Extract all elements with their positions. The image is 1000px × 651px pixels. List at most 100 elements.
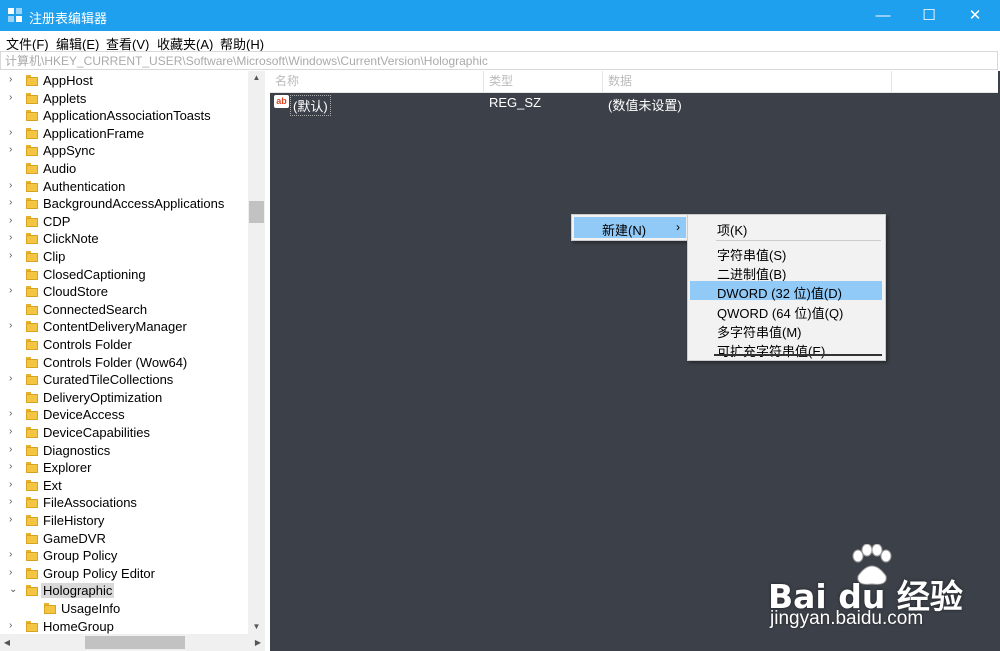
- tree-item[interactable]: › Explorer: [0, 459, 250, 477]
- scroll-left-arrow-icon[interactable]: ◀: [0, 634, 14, 651]
- chevron-right-icon[interactable]: ›: [9, 374, 19, 384]
- tree-item[interactable]: › CDP: [0, 213, 250, 231]
- chevron-right-icon[interactable]: ›: [9, 321, 19, 331]
- tree-item[interactable]: › CloudStore: [0, 283, 250, 301]
- tree-item[interactable]: Controls Folder (Wow64): [0, 354, 250, 372]
- folder-icon: [44, 603, 56, 614]
- tree-item[interactable]: › ApplicationFrame: [0, 125, 250, 143]
- tree-item-label: Group Policy: [43, 548, 118, 564]
- tree-item[interactable]: › Clip: [0, 248, 250, 266]
- folder-icon: [26, 110, 38, 122]
- folder-icon: [26, 268, 38, 280]
- tree-item[interactable]: › AppHost: [0, 72, 250, 90]
- folder-icon: [26, 444, 38, 456]
- menu-item-string-value[interactable]: 字符串值(S): [690, 243, 882, 263]
- chevron-right-icon[interactable]: ›: [9, 286, 19, 296]
- chevron-right-icon[interactable]: ›: [9, 233, 19, 243]
- tree-item[interactable]: Controls Folder: [0, 336, 250, 354]
- tree-horizontal-scrollbar[interactable]: ◀ ▶: [0, 634, 265, 651]
- tree-item[interactable]: › DeviceCapabilities: [0, 424, 250, 442]
- chevron-right-icon[interactable]: ›: [9, 251, 19, 261]
- scroll-thumb[interactable]: [85, 636, 185, 649]
- scroll-thumb[interactable]: [249, 201, 264, 223]
- tree-item-label: Ext: [43, 477, 62, 493]
- tree-item[interactable]: ⌄ Holographic: [0, 582, 250, 600]
- tree-item[interactable]: GameDVR: [0, 530, 250, 548]
- tree-item[interactable]: ConnectedSearch: [0, 301, 250, 319]
- tree-item[interactable]: Audio: [0, 160, 250, 178]
- chevron-right-icon[interactable]: ›: [9, 427, 19, 437]
- menu-item-label: 项(K): [717, 223, 748, 238]
- tree-item[interactable]: › Authentication: [0, 178, 250, 196]
- tree-item[interactable]: › Group Policy Editor: [0, 565, 250, 583]
- close-button[interactable]: ✕: [952, 0, 998, 31]
- menu-item-key[interactable]: 项(K): [690, 218, 882, 238]
- tree-item-label: DeliveryOptimization: [43, 389, 163, 405]
- tree-item[interactable]: › BackgroundAccessApplications: [0, 195, 250, 213]
- folder-icon: [26, 75, 38, 86]
- tree-item[interactable]: › CuratedTileCollections: [0, 371, 250, 389]
- list-item[interactable]: ab (默认) REG_SZ (数值未设置): [270, 93, 998, 116]
- tree-item[interactable]: › DeviceAccess: [0, 406, 250, 424]
- chevron-right-icon[interactable]: ›: [9, 620, 19, 631]
- chevron-right-icon[interactable]: ›: [9, 215, 19, 226]
- tree-item-label: ConnectedSearch: [43, 301, 148, 317]
- scroll-right-arrow-icon[interactable]: ▶: [251, 634, 265, 651]
- tree-item[interactable]: UsageInfo: [0, 600, 250, 618]
- chevron-right-icon[interactable]: ›: [9, 550, 19, 560]
- chevron-right-icon[interactable]: ›: [9, 515, 19, 525]
- chevron-right-icon[interactable]: ›: [9, 497, 19, 507]
- chevron-down-icon[interactable]: ⌄: [9, 585, 19, 595]
- maximize-button[interactable]: ☐: [906, 0, 952, 31]
- tree-item[interactable]: › Group Policy: [0, 547, 250, 565]
- tree-item-label: CuratedTileCollections: [43, 372, 174, 388]
- chevron-right-icon[interactable]: ›: [9, 145, 19, 155]
- menu-item-multi-string-value[interactable]: 多字符串值(M): [690, 320, 882, 340]
- tree-item[interactable]: › ContentDeliveryManager: [0, 318, 250, 336]
- folder-icon: [26, 409, 38, 421]
- column-header-name[interactable]: 名称: [270, 71, 484, 92]
- chevron-right-icon[interactable]: ›: [9, 198, 19, 208]
- chevron-right-icon[interactable]: ›: [9, 180, 19, 191]
- menu-item-new[interactable]: 新建(N) ›: [574, 217, 686, 238]
- chevron-right-icon[interactable]: ›: [9, 462, 19, 472]
- registry-tree: › AppHost › Applets ApplicationAssociationTo…: [0, 71, 265, 651]
- tree-item[interactable]: › Applets: [0, 90, 250, 108]
- address-bar[interactable]: 计算机\HKEY_CURRENT_USER\Software\Microsoft…: [0, 51, 998, 70]
- tree-vertical-scrollbar[interactable]: ▲ ▼: [248, 71, 265, 634]
- value-type: REG_SZ: [489, 95, 542, 110]
- value-data: (数值未设置): [608, 98, 682, 113]
- menu-item-binary-value[interactable]: 二进制值(B): [690, 262, 882, 282]
- tree-item[interactable]: ApplicationAssociationToasts: [0, 107, 250, 125]
- chevron-right-icon[interactable]: ›: [9, 479, 19, 490]
- scroll-up-arrow-icon[interactable]: ▲: [248, 71, 265, 85]
- column-header-type[interactable]: 类型: [484, 71, 603, 92]
- tree-item[interactable]: › Ext: [0, 477, 250, 495]
- folder-icon: [26, 462, 38, 474]
- tree-item[interactable]: › HomeGroup: [0, 618, 250, 636]
- tree-item[interactable]: › ClickNote: [0, 230, 250, 248]
- tree-item-label: Controls Folder (Wow64): [43, 354, 188, 370]
- chevron-right-icon[interactable]: ›: [9, 444, 19, 455]
- chevron-right-icon[interactable]: ›: [9, 75, 19, 85]
- menu-item-dword-value[interactable]: DWORD (32 位)值(D): [690, 281, 882, 301]
- tree-item[interactable]: ClosedCaptioning: [0, 266, 250, 284]
- tree-item[interactable]: › FileHistory: [0, 512, 250, 530]
- folder-icon: [26, 92, 38, 104]
- column-header-data[interactable]: 数据: [603, 71, 892, 92]
- menu-separator: [716, 240, 881, 241]
- chevron-right-icon[interactable]: ›: [9, 92, 19, 103]
- menu-item-label: DWORD (32 位)值(D): [717, 286, 842, 301]
- chevron-right-icon[interactable]: ›: [9, 409, 19, 419]
- menu-item-qword-value[interactable]: QWORD (64 位)值(Q): [690, 301, 882, 321]
- tree-item[interactable]: › AppSync: [0, 142, 250, 160]
- chevron-right-icon[interactable]: ›: [9, 127, 19, 138]
- chevron-right-icon[interactable]: ›: [9, 567, 19, 578]
- scroll-down-arrow-icon[interactable]: ▼: [248, 620, 265, 634]
- tree-item[interactable]: › FileAssociations: [0, 494, 250, 512]
- tree-item[interactable]: DeliveryOptimization: [0, 389, 250, 407]
- tree-item[interactable]: › Diagnostics: [0, 442, 250, 460]
- tree-item-label: Holographic: [41, 583, 115, 599]
- minimize-button[interactable]: —: [860, 0, 906, 31]
- context-menu: 新建(N) ›: [571, 214, 689, 241]
